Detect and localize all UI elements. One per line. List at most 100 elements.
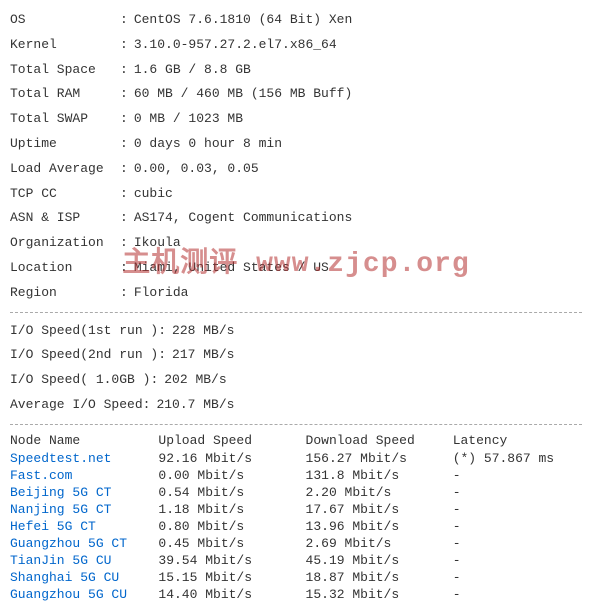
totalram-label: Total RAM [10, 84, 120, 105]
latency-cell: - [453, 467, 582, 484]
download-speed-cell: 2.69 Mbit/s [306, 535, 453, 552]
table-row: Hefei 5G CT0.80 Mbit/s13.96 Mbit/s- [10, 518, 582, 535]
node-name-cell: Shanghai 5G CU [10, 569, 158, 586]
os-label: OS [10, 10, 120, 31]
speed-table-body: Speedtest.net92.16 Mbit/s156.27 Mbit/s(*… [10, 450, 582, 603]
asnisp-label: ASN & ISP [10, 208, 120, 229]
table-row: Beijing 5G CT0.54 Mbit/s2.20 Mbit/s- [10, 484, 582, 501]
sysinfo-section: OS : CentOS 7.6.1810 (64 Bit) Xen Kernel… [10, 8, 582, 306]
io3-label: I/O Speed( 1.0GB ) [10, 370, 150, 391]
region-row: Region : Florida [10, 281, 582, 306]
totalram-value: 60 MB / 460 MB (156 MB Buff) [134, 84, 352, 105]
table-row: Guangzhou 5G CT0.45 Mbit/s2.69 Mbit/s- [10, 535, 582, 552]
io1-label: I/O Speed(1st run ) [10, 321, 158, 342]
latency-cell: (*) 57.867 ms [453, 450, 582, 467]
io2-row: I/O Speed(2nd run ) : 217 MB/s [10, 343, 582, 368]
kernel-row: Kernel : 3.10.0-957.27.2.el7.x86_64 [10, 33, 582, 58]
loadavg-value: 0.00, 0.03, 0.05 [134, 159, 259, 180]
location-label: Location [10, 258, 120, 279]
tcpcc-value: cubic [134, 184, 173, 205]
tcpcc-row: TCP CC : cubic [10, 182, 582, 207]
location-row: Location : Miami, United States / US [10, 256, 582, 281]
region-label: Region [10, 283, 120, 304]
asnisp-value: AS174, Cogent Communications [134, 208, 352, 229]
io1-value: 228 MB/s [172, 321, 234, 342]
node-name-cell: Nanjing 5G CT [10, 501, 158, 518]
download-speed-cell: 45.19 Mbit/s [306, 552, 453, 569]
latency-cell: - [453, 484, 582, 501]
table-row: Guangzhou 5G CU14.40 Mbit/s15.32 Mbit/s- [10, 586, 582, 603]
io-section: I/O Speed(1st run ) : 228 MB/s I/O Speed… [10, 319, 582, 418]
avg-io-row: Average I/O Speed : 210.7 MB/s [10, 393, 582, 418]
asnisp-row: ASN & ISP : AS174, Cogent Communications [10, 206, 582, 231]
os-value: CentOS 7.6.1810 (64 Bit) Xen [134, 10, 352, 31]
latency-cell: - [453, 535, 582, 552]
table-row: Shanghai 5G CU15.15 Mbit/s18.87 Mbit/s- [10, 569, 582, 586]
download-speed-cell: 17.67 Mbit/s [306, 501, 453, 518]
divider-1 [10, 312, 582, 313]
loadavg-row: Load Average : 0.00, 0.03, 0.05 [10, 157, 582, 182]
download-speed-cell: 2.20 Mbit/s [306, 484, 453, 501]
latency-cell: - [453, 552, 582, 569]
download-speed-cell: 15.32 Mbit/s [306, 586, 453, 603]
totalspace-value: 1.6 GB / 8.8 GB [134, 60, 251, 81]
io2-label: I/O Speed(2nd run ) [10, 345, 158, 366]
col-latency-header: Latency [453, 431, 582, 450]
node-name-cell: Beijing 5G CT [10, 484, 158, 501]
region-value: Florida [134, 283, 189, 304]
uptime-label: Uptime [10, 134, 120, 155]
tcpcc-label: TCP CC [10, 184, 120, 205]
upload-speed-cell: 0.45 Mbit/s [158, 535, 305, 552]
col-node-header: Node Name [10, 431, 158, 450]
upload-speed-cell: 0.00 Mbit/s [158, 467, 305, 484]
totalspace-row: Total Space : 1.6 GB / 8.8 GB [10, 58, 582, 83]
io3-row: I/O Speed( 1.0GB ) : 202 MB/s [10, 368, 582, 393]
upload-speed-cell: 92.16 Mbit/s [158, 450, 305, 467]
org-label: Organization [10, 233, 120, 254]
node-name-cell: TianJin 5G CU [10, 552, 158, 569]
table-row: Nanjing 5G CT1.18 Mbit/s17.67 Mbit/s- [10, 501, 582, 518]
upload-speed-cell: 39.54 Mbit/s [158, 552, 305, 569]
speedtest-section: Node Name Upload Speed Download Speed La… [10, 431, 582, 603]
upload-speed-cell: 14.40 Mbit/s [158, 586, 305, 603]
uptime-value: 0 days 0 hour 8 min [134, 134, 282, 155]
node-name-cell: Hefei 5G CT [10, 518, 158, 535]
io3-value: 202 MB/s [164, 370, 226, 391]
table-row: Fast.com0.00 Mbit/s131.8 Mbit/s- [10, 467, 582, 484]
latency-cell: - [453, 569, 582, 586]
download-speed-cell: 18.87 Mbit/s [306, 569, 453, 586]
io2-value: 217 MB/s [172, 345, 234, 366]
os-row: OS : CentOS 7.6.1810 (64 Bit) Xen [10, 8, 582, 33]
latency-cell: - [453, 501, 582, 518]
io1-row: I/O Speed(1st run ) : 228 MB/s [10, 319, 582, 344]
avg-io-label: Average I/O Speed [10, 395, 143, 416]
avg-io-value: 210.7 MB/s [156, 395, 234, 416]
table-row: TianJin 5G CU39.54 Mbit/s45.19 Mbit/s- [10, 552, 582, 569]
download-speed-cell: 156.27 Mbit/s [306, 450, 453, 467]
kernel-label: Kernel [10, 35, 120, 56]
totalswap-value: 0 MB / 1023 MB [134, 109, 243, 130]
divider-2 [10, 424, 582, 425]
col-upload-header: Upload Speed [158, 431, 305, 450]
kernel-value: 3.10.0-957.27.2.el7.x86_64 [134, 35, 337, 56]
totalswap-row: Total SWAP : 0 MB / 1023 MB [10, 107, 582, 132]
totalram-row: Total RAM : 60 MB / 460 MB (156 MB Buff) [10, 82, 582, 107]
uptime-row: Uptime : 0 days 0 hour 8 min [10, 132, 582, 157]
totalspace-label: Total Space [10, 60, 120, 81]
upload-speed-cell: 0.54 Mbit/s [158, 484, 305, 501]
org-row: Organization : Ikoula [10, 231, 582, 256]
upload-speed-cell: 15.15 Mbit/s [158, 569, 305, 586]
table-row: Speedtest.net92.16 Mbit/s156.27 Mbit/s(*… [10, 450, 582, 467]
download-speed-cell: 131.8 Mbit/s [306, 467, 453, 484]
speed-table-header: Node Name Upload Speed Download Speed La… [10, 431, 582, 450]
totalswap-label: Total SWAP [10, 109, 120, 130]
speed-table: Node Name Upload Speed Download Speed La… [10, 431, 582, 603]
node-name-cell: Fast.com [10, 467, 158, 484]
loadavg-label: Load Average [10, 159, 120, 180]
latency-cell: - [453, 586, 582, 603]
node-name-cell: Speedtest.net [10, 450, 158, 467]
org-value: Ikoula [134, 233, 181, 254]
upload-speed-cell: 0.80 Mbit/s [158, 518, 305, 535]
col-download-header: Download Speed [306, 431, 453, 450]
node-name-cell: Guangzhou 5G CT [10, 535, 158, 552]
